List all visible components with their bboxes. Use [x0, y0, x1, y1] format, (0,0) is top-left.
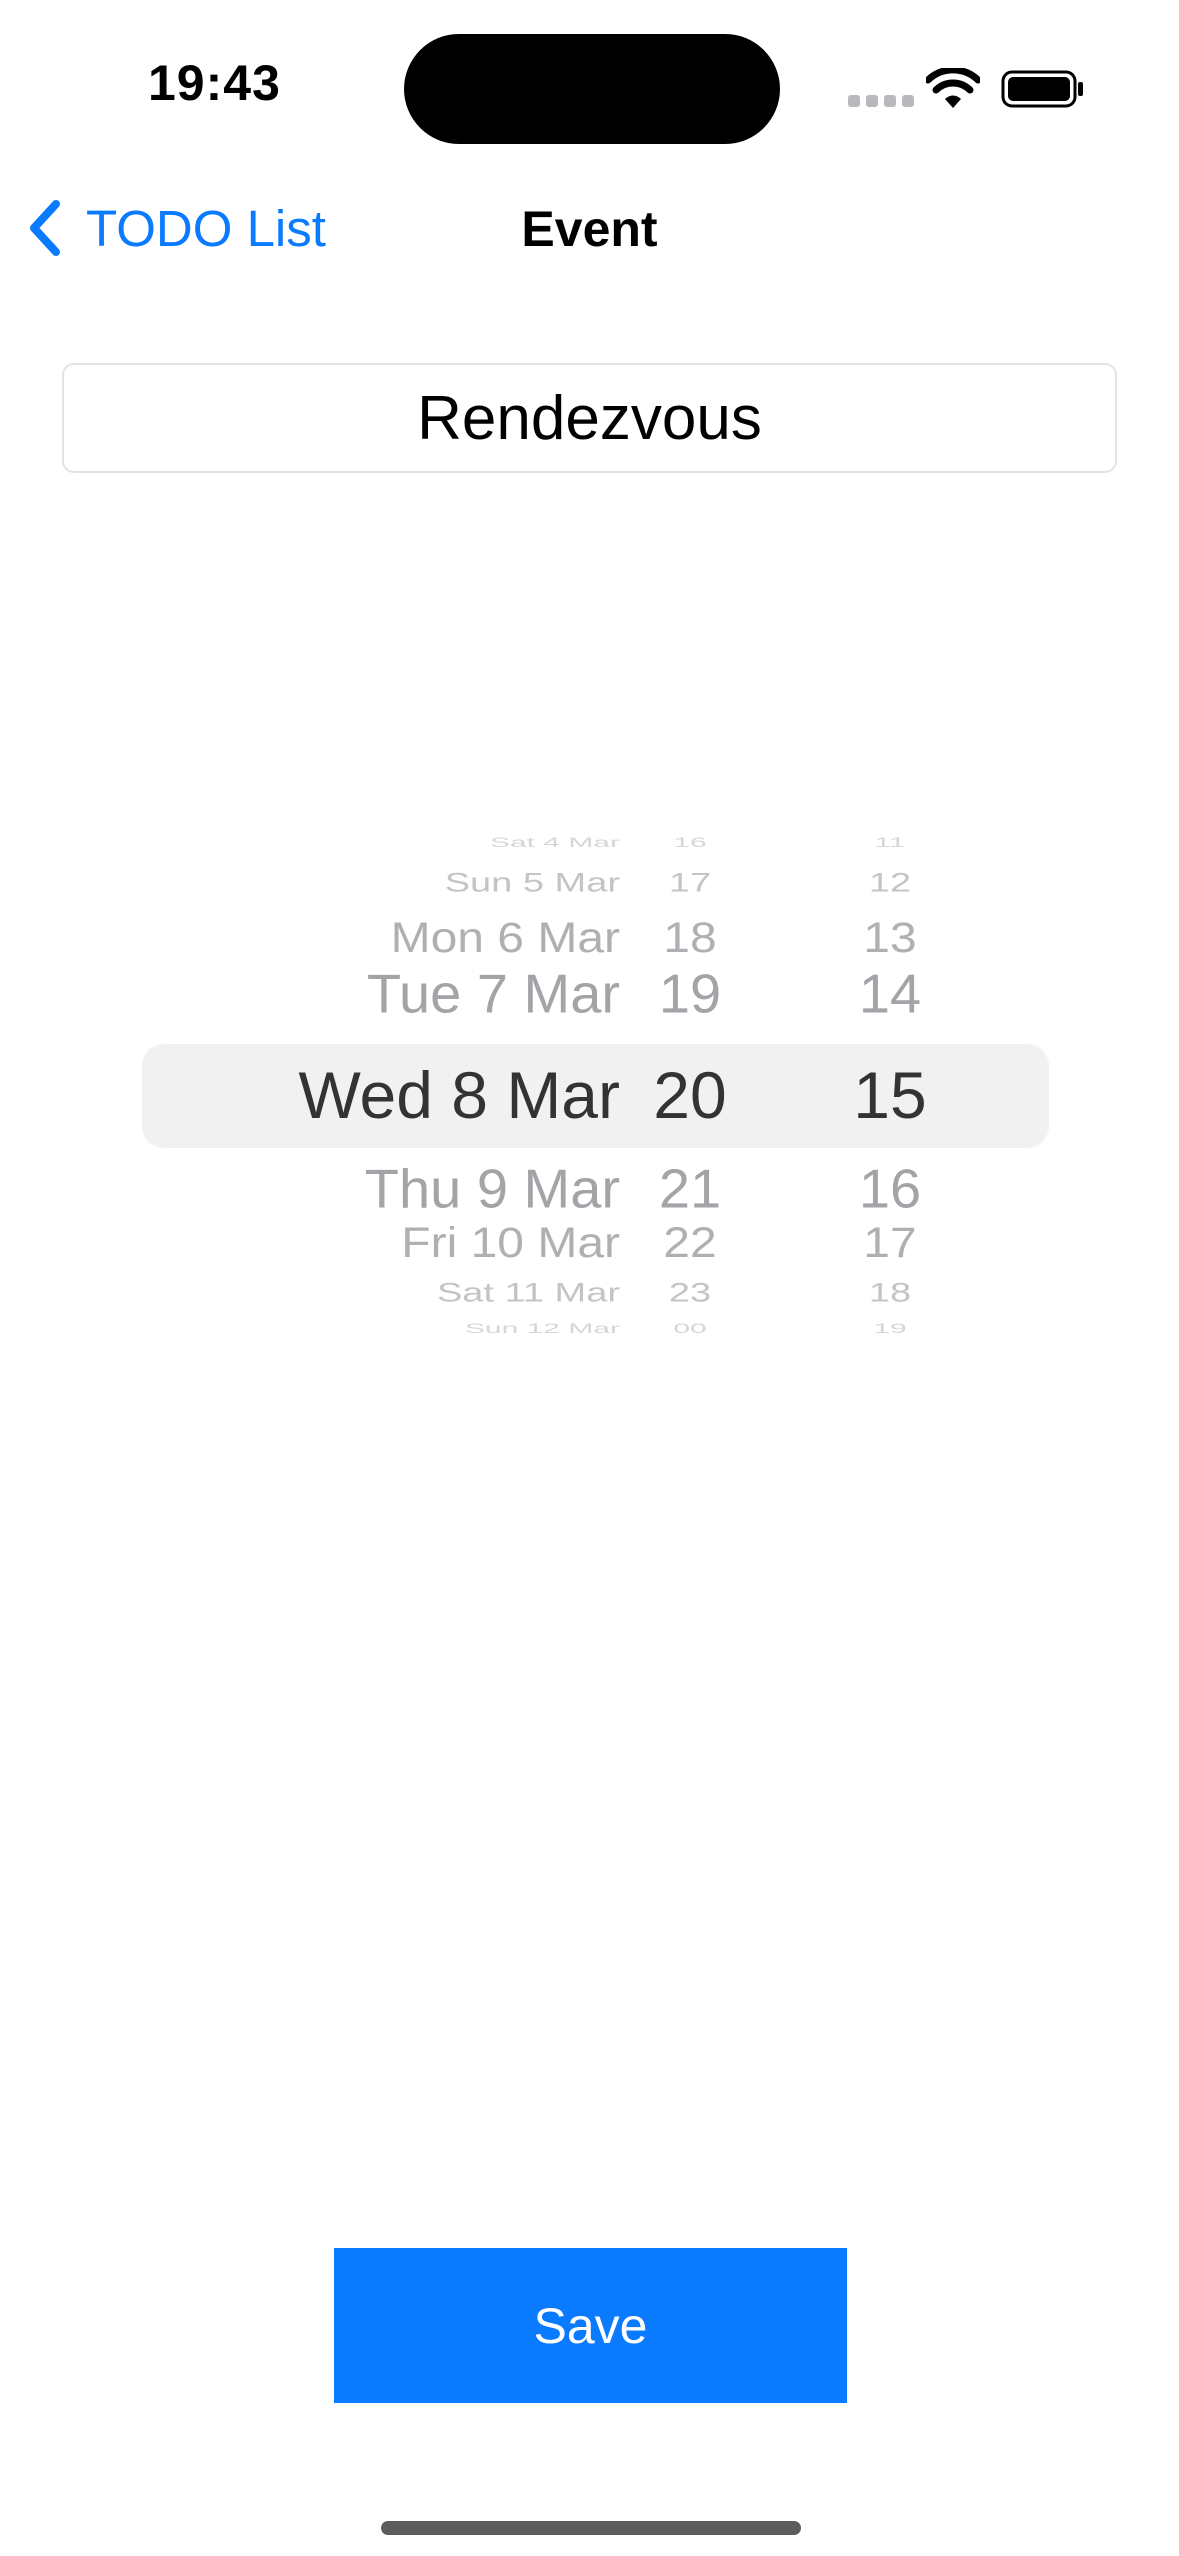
event-title-input[interactable]: [62, 363, 1117, 473]
picker-date-option[interactable]: Thu 9 Mar: [200, 1161, 620, 1216]
picker-minute-option[interactable]: 19: [800, 1322, 980, 1336]
picker-hour-option[interactable]: 00: [620, 1322, 760, 1336]
battery-icon: [1001, 70, 1083, 108]
picker-date-option[interactable]: Fri 10 Mar: [200, 1222, 620, 1265]
save-button[interactable]: Save: [334, 2248, 847, 2403]
picker-hour-column[interactable]: 16 17 18 19 20 21 22 23 00: [620, 820, 760, 1360]
wifi-icon: [926, 68, 980, 108]
picker-hour-option[interactable]: 17: [620, 870, 760, 897]
picker-hour-option[interactable]: 21: [620, 1161, 760, 1216]
picker-minute-option[interactable]: 18: [800, 1280, 980, 1307]
picker-minute-option-selected[interactable]: 15: [800, 1062, 980, 1128]
picker-minute-option[interactable]: 16: [800, 1161, 980, 1216]
status-time: 19:43: [148, 55, 281, 111]
picker-minute-option[interactable]: 12: [800, 870, 980, 897]
picker-hour-option[interactable]: 18: [620, 917, 760, 960]
picker-date-option[interactable]: Mon 6 Mar: [200, 917, 620, 960]
picker-date-option[interactable]: Sun 12 Mar: [200, 1322, 620, 1336]
picker-minute-option[interactable]: 13: [800, 917, 980, 960]
picker-hour-option[interactable]: 23: [620, 1280, 760, 1307]
picker-minute-option[interactable]: 11: [800, 836, 980, 850]
picker-date-option[interactable]: Sun 5 Mar: [200, 870, 620, 897]
home-indicator: [381, 2521, 801, 2535]
picker-hour-option[interactable]: 16: [620, 836, 760, 850]
dynamic-island: [404, 34, 780, 144]
picker-hour-option[interactable]: 22: [620, 1222, 760, 1265]
picker-hour-option[interactable]: 19: [620, 966, 760, 1021]
picker-date-option[interactable]: Sat 4 Mar: [200, 836, 620, 850]
date-time-picker[interactable]: Sat 4 Mar Sun 5 Mar Mon 6 Mar Tue 7 Mar Wed …: [0, 820, 1179, 1360]
picker-minute-option[interactable]: 17: [800, 1222, 980, 1265]
picker-date-option[interactable]: Sat 11 Mar: [200, 1280, 620, 1307]
page-title: Event: [521, 201, 658, 257]
picker-minute-option[interactable]: 14: [800, 966, 980, 1021]
picker-date-option[interactable]: Tue 7 Mar: [200, 966, 620, 1021]
picker-minute-column[interactable]: 11 12 13 14 15 16 17 18 19: [800, 820, 980, 1360]
picker-hour-option-selected[interactable]: 20: [620, 1062, 760, 1128]
picker-date-column[interactable]: Sat 4 Mar Sun 5 Mar Mon 6 Mar Tue 7 Mar Wed …: [200, 820, 620, 1360]
picker-date-option-selected[interactable]: Wed 8 Mar: [200, 1062, 620, 1128]
